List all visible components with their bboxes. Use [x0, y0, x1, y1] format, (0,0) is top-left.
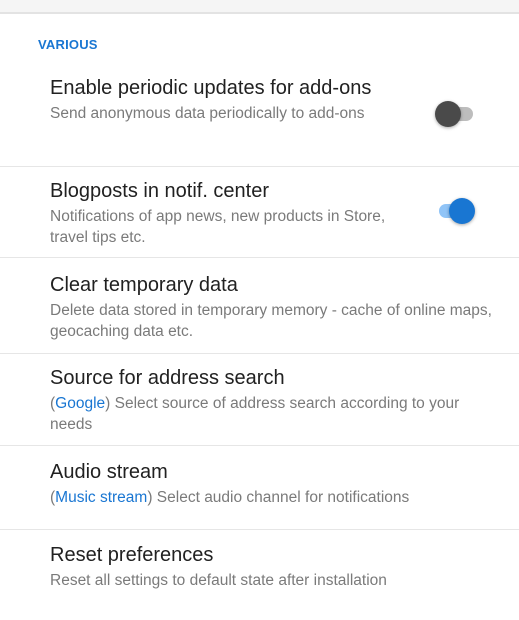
- setting-title: Audio stream: [50, 461, 168, 483]
- setting-periodic-updates[interactable]: Enable periodic updates for add-ons Send…: [0, 63, 519, 167]
- setting-description: Delete data stored in temporary memory -…: [50, 302, 492, 340]
- setting-reset-preferences[interactable]: Reset preferences Reset all settings to …: [0, 530, 519, 610]
- setting-audio-stream[interactable]: Audio stream (Music stream) Select audio…: [0, 446, 519, 530]
- setting-title: Blogposts in notif. center: [50, 180, 270, 202]
- settings-list: Enable periodic updates for add-ons Send…: [0, 63, 519, 610]
- periodic-updates-toggle[interactable]: [435, 99, 475, 129]
- setting-title: Reset preferences: [50, 544, 214, 566]
- description-text: Select audio channel for notifications: [152, 489, 410, 506]
- section-header: VARIOUS: [38, 37, 98, 52]
- setting-description: (Google) Select source of address search…: [50, 393, 495, 435]
- current-value: Google: [55, 395, 106, 412]
- setting-address-search-source[interactable]: Source for address search (Google) Selec…: [0, 354, 519, 446]
- setting-blogposts[interactable]: Blogposts in notif. center Notifications…: [0, 167, 519, 258]
- blogposts-toggle[interactable]: [435, 196, 475, 226]
- setting-description: Notifications of app news, new products …: [50, 208, 386, 246]
- toggle-thumb: [435, 101, 461, 127]
- setting-title: Clear temporary data: [50, 274, 238, 296]
- setting-clear-temporary-data[interactable]: Clear temporary data Delete data stored …: [0, 258, 519, 354]
- setting-description: Reset all settings to default state afte…: [50, 572, 387, 589]
- current-value: Music stream: [55, 489, 148, 506]
- description-text: Select source of address search accordin…: [50, 395, 460, 433]
- toggle-thumb: [449, 198, 475, 224]
- setting-title: Enable periodic updates for add-ons: [50, 77, 372, 99]
- top-divider: [0, 0, 519, 14]
- setting-description: Send anonymous data periodically to add-…: [50, 105, 365, 122]
- setting-title: Source for address search: [50, 367, 285, 389]
- setting-description: (Music stream) Select audio channel for …: [50, 487, 495, 508]
